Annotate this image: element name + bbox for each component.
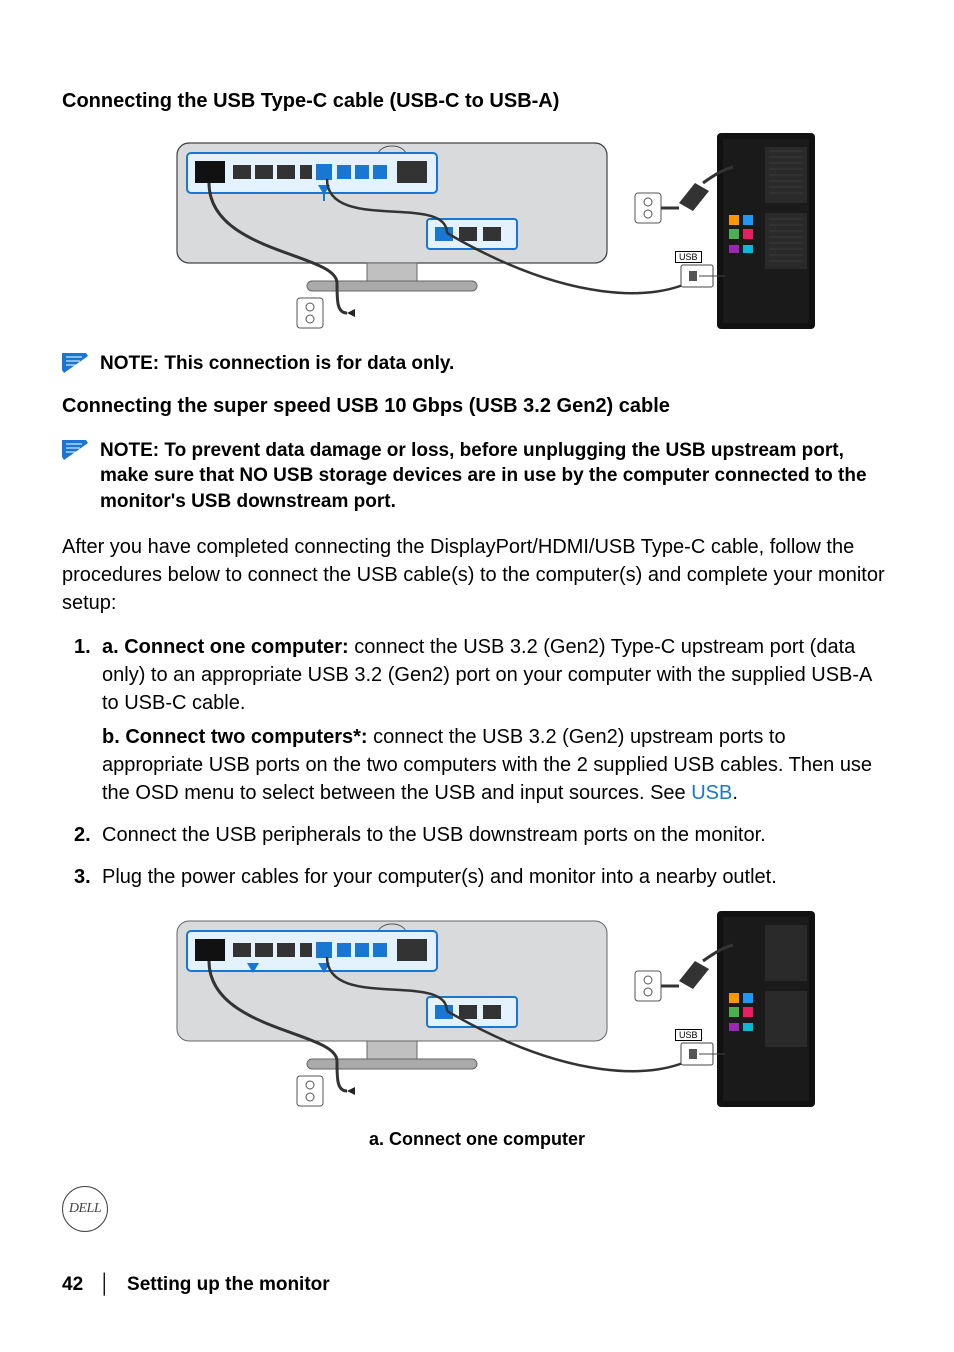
diagram-connect-one-computer: USB: [137, 911, 817, 1111]
page-number: 42: [62, 1274, 83, 1296]
footer-divider: │: [99, 1274, 111, 1296]
note1-text: NOTE: This connection is for data only.: [100, 351, 454, 377]
note-icon: [62, 440, 88, 460]
heading-usb-32-gen2: Connecting the super speed USB 10 Gbps (…: [62, 395, 892, 418]
usb-link[interactable]: USB: [691, 782, 732, 804]
step-2-text: Connect the USB peripherals to the USB d…: [102, 824, 766, 846]
step-2-number: 2.: [74, 821, 91, 849]
diagram2-caption: a. Connect one computer: [62, 1129, 892, 1150]
step-3-number: 3.: [74, 863, 91, 891]
diagram-usb-c-to-a: USB: [137, 133, 817, 333]
step-1: 1. a. Connect one computer: connect the …: [102, 633, 892, 807]
note-data-only: NOTE: This connection is for data only.: [62, 351, 892, 377]
footer-section-title: Setting up the monitor: [127, 1274, 330, 1296]
step-1b-text-post: .: [732, 782, 738, 804]
diagram2-usb-label: USB: [675, 1029, 702, 1041]
setup-steps-list: 1. a. Connect one computer: connect the …: [62, 633, 892, 891]
note2-text: NOTE: To prevent data damage or loss, be…: [100, 438, 892, 515]
heading-usb-c-cable: Connecting the USB Type-C cable (USB-C t…: [62, 90, 892, 113]
page-footer: 42 │ Setting up the monitor: [62, 1274, 330, 1296]
step-1a-label: a. Connect one computer:: [102, 636, 349, 658]
note-data-damage: NOTE: To prevent data damage or loss, be…: [62, 438, 892, 515]
diagram1-usb-label: USB: [675, 251, 702, 263]
step-1-number: 1.: [74, 633, 91, 661]
intro-paragraph: After you have completed connecting the …: [62, 533, 892, 617]
step-3-text: Plug the power cables for your computer(…: [102, 866, 777, 888]
step-1b-label: b. Connect two computers*:: [102, 726, 368, 748]
connection-diagram-svg: [137, 133, 817, 333]
note-icon: [62, 353, 88, 373]
dell-logo-badge: DELL: [62, 1186, 108, 1232]
step-3: 3. Plug the power cables for your comput…: [102, 863, 892, 891]
connection-diagram-svg-2: [137, 911, 817, 1111]
step-2: 2. Connect the USB peripherals to the US…: [102, 821, 892, 849]
